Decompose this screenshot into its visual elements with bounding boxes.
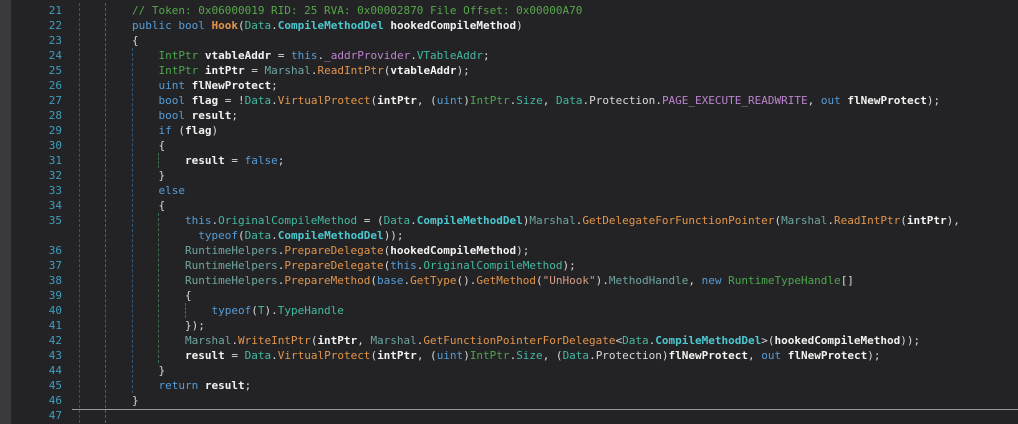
- line-number: 26: [11, 78, 62, 93]
- code-line-text[interactable]: {: [62, 288, 192, 303]
- line-number: 28: [11, 108, 62, 123]
- code-line[interactable]: 33 else: [11, 183, 1018, 198]
- code-line-text[interactable]: bool result;: [62, 108, 238, 123]
- code-line-text[interactable]: bool flag = !Data.VirtualProtect(intPtr,…: [62, 93, 940, 108]
- code-line-text[interactable]: this.OriginalCompileMethod = (Data.Compi…: [62, 213, 960, 228]
- line-number: 43: [11, 348, 62, 363]
- line-number: 30: [11, 138, 62, 153]
- line-number: 27: [11, 93, 62, 108]
- code-line-text[interactable]: });: [62, 318, 205, 333]
- code-line[interactable]: 23 {: [11, 33, 1018, 48]
- code-line-text[interactable]: if (flag): [62, 123, 218, 138]
- code-line[interactable]: 22 public bool Hook(Data.CompileMethodDe…: [11, 18, 1018, 33]
- line-number: 29: [11, 123, 62, 138]
- code-line-text[interactable]: RuntimeHelpers.PrepareDelegate(this.Orig…: [62, 258, 576, 273]
- code-line[interactable]: 37 RuntimeHelpers.PrepareDelegate(this.O…: [11, 258, 1018, 273]
- line-number: 32: [11, 168, 62, 183]
- code-line[interactable]: 21 // Token: 0x06000019 RID: 25 RVA: 0x0…: [11, 3, 1018, 18]
- code-area[interactable]: 21 // Token: 0x06000019 RID: 25 RVA: 0x0…: [11, 3, 1018, 423]
- code-line[interactable]: 45 return result;: [11, 378, 1018, 393]
- line-number: 23: [11, 33, 62, 48]
- code-line-text[interactable]: return result;: [62, 378, 251, 393]
- line-number: 24: [11, 48, 62, 63]
- code-editor[interactable]: 21 // Token: 0x06000019 RID: 25 RVA: 0x0…: [0, 0, 1018, 424]
- line-number: 44: [11, 363, 62, 378]
- code-line[interactable]: 40 typeof(T).TypeHandle: [11, 303, 1018, 318]
- code-line[interactable]: 39 {: [11, 288, 1018, 303]
- code-line-text[interactable]: }: [62, 393, 139, 408]
- code-line-text[interactable]: {: [62, 138, 165, 153]
- code-line-text[interactable]: [62, 408, 79, 423]
- code-line[interactable]: 41 });: [11, 318, 1018, 333]
- code-line-text[interactable]: Marshal.WriteIntPtr(intPtr, Marshal.GetF…: [62, 333, 920, 348]
- line-number: 46: [11, 393, 62, 408]
- code-line-text[interactable]: }: [62, 168, 165, 183]
- code-line[interactable]: 32 }: [11, 168, 1018, 183]
- code-line[interactable]: 44 }: [11, 363, 1018, 378]
- code-line-text[interactable]: public bool Hook(Data.CompileMethodDel h…: [62, 18, 523, 33]
- line-number: 34: [11, 198, 62, 213]
- line-number: 31: [11, 153, 62, 168]
- line-number: 42: [11, 333, 62, 348]
- code-line-text[interactable]: // Token: 0x06000019 RID: 25 RVA: 0x0000…: [62, 3, 582, 18]
- line-number: 39: [11, 288, 62, 303]
- line-number: [11, 228, 62, 243]
- code-line-text[interactable]: {: [62, 198, 165, 213]
- line-number: 36: [11, 243, 62, 258]
- code-line-text[interactable]: typeof(T).TypeHandle: [62, 303, 344, 318]
- code-line[interactable]: 38 RuntimeHelpers.PrepareMethod(base.Get…: [11, 273, 1018, 288]
- line-number: 37: [11, 258, 62, 273]
- code-line-text[interactable]: result = false;: [62, 153, 284, 168]
- code-line[interactable]: 27 bool flag = !Data.VirtualProtect(intP…: [11, 93, 1018, 108]
- code-line[interactable]: 42 Marshal.WriteIntPtr(intPtr, Marshal.G…: [11, 333, 1018, 348]
- code-line-text[interactable]: RuntimeHelpers.PrepareMethod(base.GetTyp…: [62, 273, 854, 288]
- line-number: 35: [11, 213, 62, 228]
- code-line-text[interactable]: IntPtr vtableAddr = this._addrProvider.V…: [62, 48, 490, 63]
- line-number: 33: [11, 183, 62, 198]
- code-line-text[interactable]: typeof(Data.CompileMethodDel));: [62, 228, 404, 243]
- method-separator: [72, 409, 1018, 410]
- line-number: 25: [11, 63, 62, 78]
- code-line[interactable]: 36 RuntimeHelpers.PrepareDelegate(hooked…: [11, 243, 1018, 258]
- code-line[interactable]: 29 if (flag): [11, 123, 1018, 138]
- code-line[interactable]: 34 {: [11, 198, 1018, 213]
- code-line[interactable]: 31 result = false;: [11, 153, 1018, 168]
- code-line[interactable]: 30 {: [11, 138, 1018, 153]
- code-line-text[interactable]: else: [62, 183, 185, 198]
- line-number: 22: [11, 18, 62, 33]
- line-number: 41: [11, 318, 62, 333]
- code-line[interactable]: 25 IntPtr intPtr = Marshal.ReadIntPtr(vt…: [11, 63, 1018, 78]
- line-number: 38: [11, 273, 62, 288]
- code-line[interactable]: typeof(Data.CompileMethodDel));: [11, 228, 1018, 243]
- code-line-text[interactable]: result = Data.VirtualProtect(intPtr, (ui…: [62, 348, 881, 363]
- code-line[interactable]: 26 uint flNewProtect;: [11, 78, 1018, 93]
- code-line[interactable]: 43 result = Data.VirtualProtect(intPtr, …: [11, 348, 1018, 363]
- code-line[interactable]: 46 }: [11, 393, 1018, 408]
- glyph-margin: [0, 0, 11, 424]
- line-number: 21: [11, 3, 62, 18]
- line-number: 47: [11, 408, 62, 423]
- code-line[interactable]: 47: [11, 408, 1018, 423]
- code-line-text[interactable]: {: [62, 33, 139, 48]
- line-number: 45: [11, 378, 62, 393]
- code-line-text[interactable]: RuntimeHelpers.PrepareDelegate(hookedCom…: [62, 243, 529, 258]
- line-number: 40: [11, 303, 62, 318]
- code-line[interactable]: 24 IntPtr vtableAddr = this._addrProvide…: [11, 48, 1018, 63]
- code-line-text[interactable]: uint flNewProtect;: [62, 78, 278, 93]
- code-line-text[interactable]: IntPtr intPtr = Marshal.ReadIntPtr(vtabl…: [62, 63, 470, 78]
- code-line-text[interactable]: }: [62, 363, 165, 378]
- code-line[interactable]: 28 bool result;: [11, 108, 1018, 123]
- code-line[interactable]: 35 this.OriginalCompileMethod = (Data.Co…: [11, 213, 1018, 228]
